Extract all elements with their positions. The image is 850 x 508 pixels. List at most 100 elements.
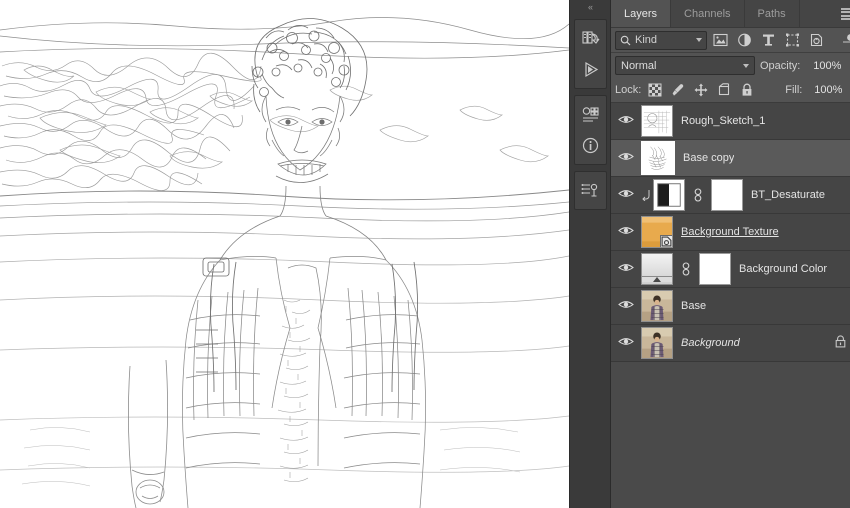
- table-row[interactable]: Background Color: [611, 251, 850, 288]
- tab-layers-label: Layers: [624, 7, 658, 20]
- layer-visibility-toggle[interactable]: [611, 325, 641, 362]
- rail-group-top: [573, 19, 607, 89]
- layer-visibility-toggle[interactable]: [611, 251, 641, 288]
- layer-list[interactable]: Rough_Sketch_1 Base copy BT_Desaturate B…: [611, 103, 850, 508]
- filter-kind-label: Kind: [635, 34, 658, 46]
- rail-group-bottom: [573, 171, 607, 210]
- table-row[interactable]: Rough_Sketch_1: [611, 103, 850, 140]
- layer-thumbnail-group[interactable]: [641, 216, 681, 248]
- layer-name[interactable]: Rough_Sketch_1: [681, 115, 765, 127]
- filter-smart-objects-icon[interactable]: [806, 30, 827, 50]
- lock-transparent-pixels-icon[interactable]: [645, 81, 664, 99]
- lock-label: Lock:: [615, 84, 642, 96]
- filter-toggle-icon[interactable]: [838, 30, 850, 50]
- layer-name[interactable]: Base: [681, 300, 706, 312]
- layer-thumbnail-group[interactable]: [641, 290, 681, 322]
- layer-thumbnail-group[interactable]: [653, 179, 751, 211]
- tab-channels[interactable]: Channels: [671, 0, 745, 27]
- layer-visibility-toggle[interactable]: [611, 288, 641, 325]
- fill-input[interactable]: 100%: [806, 82, 846, 99]
- eye-icon: [618, 262, 634, 276]
- eye-icon: [618, 188, 634, 202]
- eye-icon: [618, 336, 634, 350]
- sketch-artwork: [0, 0, 569, 508]
- opacity-input[interactable]: 100%: [805, 57, 845, 74]
- layer-name[interactable]: BT_Desaturate: [751, 189, 825, 201]
- layer-name[interactable]: Base copy: [683, 152, 734, 164]
- eye-icon: [618, 299, 634, 313]
- blend-mode-dropdown[interactable]: Normal: [615, 56, 755, 75]
- filter-pixel-layers-icon[interactable]: [710, 30, 731, 50]
- layer-visibility-toggle[interactable]: [611, 103, 641, 140]
- gradient-slider-icon: [642, 276, 672, 282]
- link-layers-icon[interactable]: [679, 262, 693, 276]
- table-row[interactable]: Background Texture: [611, 214, 850, 251]
- lock-artboard-nesting-icon[interactable]: [714, 81, 733, 99]
- layers-panel: Layers Channels Paths Kind Normal Opacit…: [610, 0, 850, 508]
- document-canvas[interactable]: [0, 0, 569, 508]
- search-icon: [620, 35, 631, 46]
- filter-adjustment-layers-icon[interactable]: [734, 30, 755, 50]
- properties-icon[interactable]: [575, 175, 606, 206]
- layer-thumbnail-group[interactable]: [641, 253, 739, 285]
- layer-thumbnail-group[interactable]: [641, 105, 681, 137]
- collapse-panels-button[interactable]: «: [570, 0, 611, 13]
- smart-object-badge-icon: [660, 235, 672, 247]
- opacity-label: Opacity:: [760, 59, 801, 72]
- info-icon[interactable]: [575, 130, 606, 161]
- layer-thumbnail-photo[interactable]: [641, 327, 673, 359]
- panel-menu-icon[interactable]: [841, 7, 850, 21]
- filter-type-layers-icon[interactable]: [758, 30, 779, 50]
- layer-thumbnail-sketch[interactable]: [641, 105, 673, 137]
- rail-group-mid: [573, 95, 607, 165]
- layer-visibility-toggle[interactable]: [611, 177, 641, 214]
- fill-value: 100%: [814, 84, 843, 96]
- layer-name[interactable]: Background Color: [739, 263, 827, 275]
- lock-bar: Lock: Fill: 100%: [611, 78, 850, 103]
- table-row[interactable]: Background: [611, 325, 850, 362]
- layer-thumbnail-group[interactable]: [641, 141, 683, 175]
- layer-thumbnail-group[interactable]: [641, 327, 681, 359]
- layer-thumbnail-adjustment[interactable]: [653, 179, 685, 211]
- layer-mask-thumbnail[interactable]: [711, 179, 743, 211]
- lock-all-icon[interactable]: [737, 81, 756, 99]
- tab-layers[interactable]: Layers: [611, 0, 672, 27]
- chevron-down-icon: [696, 38, 702, 42]
- photoshop-window: « Layers Channels Paths Kind Normal Opac…: [0, 0, 850, 508]
- layer-visibility-toggle[interactable]: [611, 140, 641, 177]
- blend-mode-value: Normal: [621, 59, 657, 72]
- chevron-down-icon: [743, 63, 749, 68]
- eye-icon: [618, 225, 634, 239]
- eye-icon: [618, 151, 634, 165]
- filter-shape-layers-icon[interactable]: [782, 30, 803, 50]
- libraries-icon[interactable]: [575, 23, 606, 54]
- layer-filter-bar: Kind: [611, 28, 850, 53]
- lock-image-pixels-icon[interactable]: [668, 81, 687, 99]
- layer-thumbnail-gradient-fill[interactable]: [641, 253, 673, 285]
- tab-channels-label: Channels: [684, 7, 731, 20]
- opacity-value: 100%: [813, 59, 842, 72]
- fill-label: Fill:: [785, 84, 803, 96]
- lock-icon: [834, 335, 847, 352]
- layer-thumbnail-scribble[interactable]: [641, 141, 675, 175]
- collapsed-panel-rail: «: [569, 0, 610, 508]
- link-layers-icon[interactable]: [691, 188, 705, 202]
- layer-mask-thumbnail[interactable]: [699, 253, 731, 285]
- layer-name[interactable]: Background Texture: [681, 226, 779, 238]
- table-row[interactable]: Base copy: [611, 140, 850, 177]
- adjustments-icon[interactable]: [575, 99, 606, 130]
- table-row[interactable]: BT_Desaturate: [611, 177, 850, 214]
- layer-visibility-toggle[interactable]: [611, 214, 641, 251]
- blend-mode-bar: Normal Opacity: 100%: [611, 53, 850, 78]
- play-actions-icon[interactable]: [575, 54, 606, 85]
- panel-tabbar: Layers Channels Paths: [611, 0, 850, 28]
- layer-name[interactable]: Background: [681, 337, 740, 349]
- filter-kind-dropdown[interactable]: Kind: [615, 30, 707, 50]
- table-row[interactable]: Base: [611, 288, 850, 325]
- layer-thumbnail-texture[interactable]: [641, 216, 673, 248]
- lock-position-icon[interactable]: [691, 81, 710, 99]
- tab-paths[interactable]: Paths: [744, 0, 800, 27]
- tab-paths-label: Paths: [757, 7, 786, 20]
- layer-thumbnail-photo[interactable]: [641, 290, 673, 322]
- eye-icon: [618, 114, 634, 128]
